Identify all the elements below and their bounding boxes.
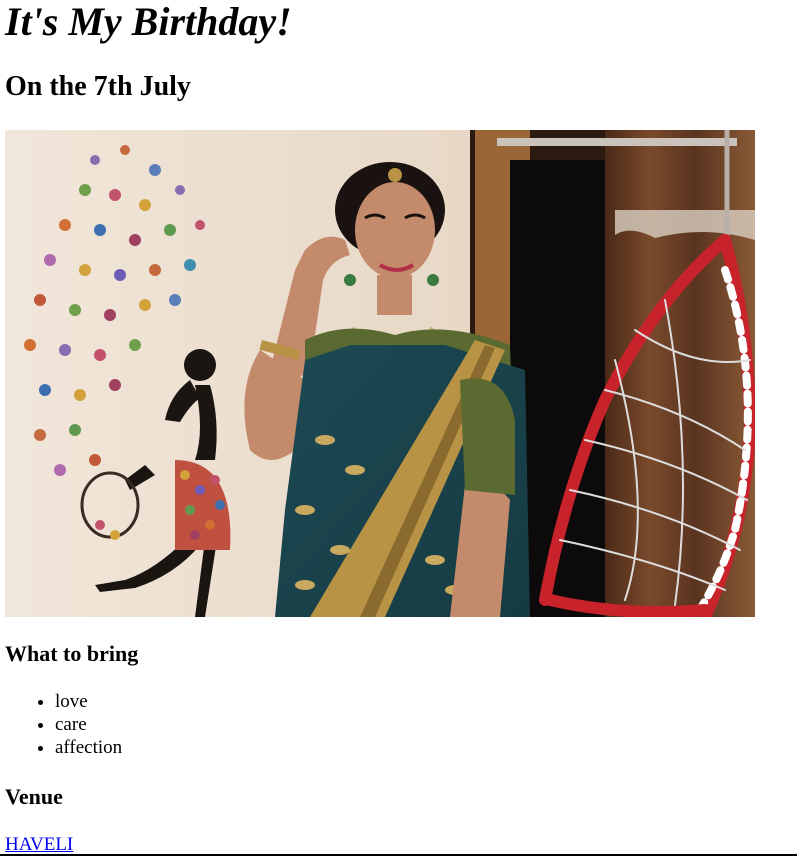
page: It's My Birthday! On the 7th July What t… — [0, 0, 797, 856]
date-heading: On the 7th July — [5, 71, 191, 102]
page-title: It's My Birthday! — [5, 0, 292, 44]
list-item: care — [55, 713, 797, 736]
what-to-bring-heading: What to bring — [5, 641, 139, 666]
birthday-photo — [5, 130, 755, 617]
venue-link[interactable]: HAVELI — [5, 834, 73, 856]
bring-list: love care affection — [5, 690, 797, 759]
venue-heading: Venue — [5, 784, 63, 809]
list-item: love — [55, 690, 797, 713]
list-item: affection — [55, 736, 797, 759]
bottom-divider — [0, 854, 797, 856]
